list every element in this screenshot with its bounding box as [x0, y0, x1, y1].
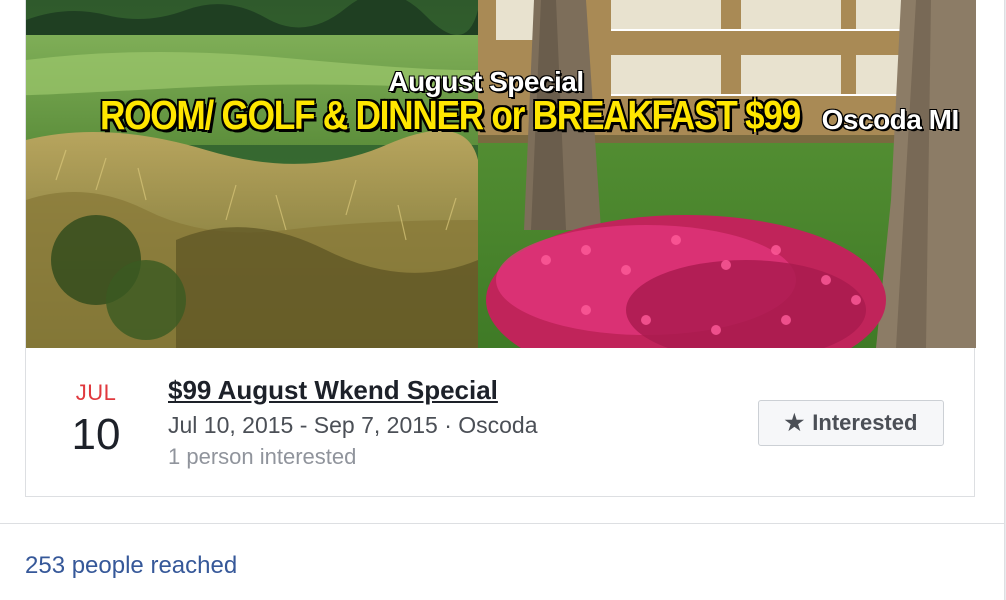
- post-container: August Special ROOM/ GOLF & DINNER or BR…: [0, 0, 1005, 600]
- cover-image-art: [26, 0, 976, 348]
- event-details: $99 August Wkend Special Jul 10, 2015 - …: [168, 375, 538, 470]
- event-title-link[interactable]: $99 August Wkend Special: [168, 375, 538, 406]
- people-reached-link[interactable]: 253 people reached: [25, 552, 237, 580]
- event-interest-count: 1 person interested: [168, 444, 357, 469]
- star-icon: ★: [784, 410, 805, 435]
- event-date-block: JUL 10: [66, 380, 126, 460]
- event-dates-location: Jul 10, 2015 - Sep 7, 2015 · Oscoda: [168, 412, 538, 438]
- event-day: 10: [71, 410, 121, 459]
- interested-button[interactable]: ★ Interested: [758, 400, 944, 446]
- event-month: JUL: [75, 380, 117, 405]
- event-card[interactable]: August Special ROOM/ GOLF & DINNER or BR…: [25, 0, 976, 497]
- interested-button-label: Interested: [812, 410, 918, 435]
- cover-banner-text: August Special ROOM/ GOLF & DINNER or BR…: [26, 66, 976, 139]
- cover-location: Oscoda MI: [821, 104, 960, 135]
- event-cover-photo[interactable]: August Special ROOM/ GOLF & DINNER or BR…: [26, 0, 976, 348]
- cover-headline: ROOM/ GOLF & DINNER or BREAKFAST $99: [100, 92, 801, 138]
- cover-headline-row: ROOM/ GOLF & DINNER or BREAKFAST $99 Osc…: [26, 92, 976, 139]
- post-divider: [0, 523, 1004, 524]
